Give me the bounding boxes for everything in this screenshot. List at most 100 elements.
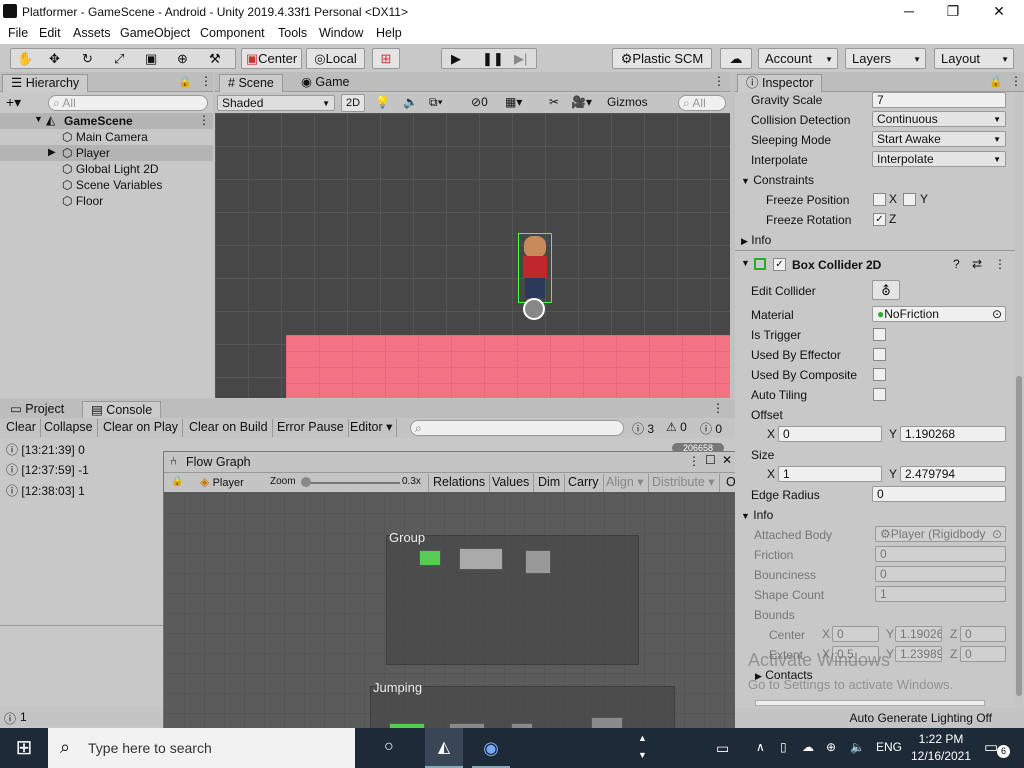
collider-info-foldout[interactable]: ▼ Info <box>741 507 773 523</box>
tools-icon[interactable]: ✂ <box>549 95 559 109</box>
clock-date[interactable]: 12/16/2021 <box>908 749 974 763</box>
cortana-icon[interactable]: ○ <box>384 738 394 756</box>
freeze-pos-y-checkbox[interactable] <box>903 193 916 206</box>
maximize-button[interactable]: ❐ <box>930 0 976 24</box>
volume-icon[interactable]: 🔈 <box>850 740 865 754</box>
play-icon[interactable]: ▶ <box>451 49 461 68</box>
windows-start-icon[interactable]: ⊞ <box>0 728 48 768</box>
snap-icon[interactable]: ⊞ <box>372 48 400 69</box>
lock-icon[interactable]: 🔒 <box>178 75 192 88</box>
tray-app-icon[interactable]: ▯ <box>780 740 787 754</box>
hierarchy-item-floor[interactable]: ⬡ Floor <box>62 193 103 209</box>
error-pause-button[interactable]: Error Pause <box>273 419 349 437</box>
player-sprite[interactable] <box>518 233 552 303</box>
kebab-icon[interactable]: ⋮ <box>200 74 212 88</box>
freeze-pos-x-checkbox[interactable] <box>873 193 886 206</box>
unity-taskbar-icon[interactable]: ◭ <box>425 728 463 768</box>
close-icon[interactable]: ✕ <box>722 453 732 467</box>
graph-canvas[interactable]: Group Jumping <box>164 493 737 728</box>
rb-info-foldout[interactable]: ▶ Info <box>741 232 771 248</box>
gravity-field[interactable]: 7 <box>872 92 1006 108</box>
step-icon[interactable]: ▶| <box>514 49 527 68</box>
mode-2d-button[interactable]: 2D <box>341 94 365 112</box>
sleeping-dropdown[interactable]: Start Awake <box>872 131 1006 147</box>
scale-tool-icon[interactable]: ⤢ <box>114 49 124 68</box>
notification-icon[interactable]: ▭ <box>984 738 998 756</box>
graph-group-jumping[interactable]: Jumping <box>370 680 675 728</box>
menu-gameobject[interactable]: GameObject <box>120 26 190 40</box>
freeze-rot-z-checkbox[interactable]: ✓ <box>873 213 886 226</box>
kebab-icon[interactable]: ⋮ <box>712 401 724 415</box>
composite-checkbox[interactable] <box>873 368 886 381</box>
hierarchy-item-player[interactable]: ▶ ⬡ Player <box>0 145 213 161</box>
menu-window[interactable]: Window <box>319 26 363 40</box>
tiling-checkbox[interactable] <box>873 388 886 401</box>
error-count[interactable]: ⓘ 0 <box>700 420 722 437</box>
interp-dropdown[interactable]: Interpolate <box>872 151 1006 167</box>
scene-search-input[interactable]: ⌕ All <box>678 95 726 111</box>
lighting-icon[interactable]: 💡 <box>375 95 390 109</box>
rect-tool-icon[interactable]: ▣ <box>145 49 157 68</box>
editor-dropdown[interactable]: Editor ▾ <box>346 419 398 437</box>
trigger-checkbox[interactable] <box>873 328 886 341</box>
taskbar-search-input[interactable]: ⌕ Type here to search <box>48 728 355 768</box>
dim-button[interactable]: Dim <box>534 474 566 492</box>
effects-icon[interactable]: ⧉▾ <box>429 95 443 110</box>
graph-node-start[interactable] <box>419 550 441 566</box>
relations-button[interactable]: Relations <box>428 474 491 492</box>
tab-scene[interactable]: # Scene <box>219 74 283 92</box>
shading-dropdown[interactable]: Shaded <box>217 95 335 111</box>
tab-hierarchy[interactable]: ☰ Hierarchy <box>2 74 89 92</box>
edit-collider-icon[interactable]: ⛢ <box>872 280 900 300</box>
tray-chevron-icon[interactable]: ∧ <box>756 740 765 754</box>
zoom-slider-knob[interactable] <box>301 477 311 487</box>
close-button[interactable]: ✕ <box>976 0 1022 24</box>
graph-target[interactable]: ◈ Player <box>200 475 244 489</box>
info-count[interactable]: ⓘ 3 <box>632 420 654 437</box>
collision-dropdown[interactable]: Continuous <box>872 111 1006 127</box>
tab-project[interactable]: ▭ Project <box>2 401 72 419</box>
onedrive-icon[interactable]: ☁ <box>802 740 814 754</box>
cloud-icon[interactable]: ☁ <box>720 48 752 69</box>
graph-node[interactable] <box>591 717 623 728</box>
tab-inspector[interactable]: ⓘ Inspector <box>737 74 823 92</box>
hierarchy-search-input[interactable]: ⌕ All <box>48 95 208 111</box>
menu-component[interactable]: Component <box>200 26 265 40</box>
clear-button[interactable]: Clear <box>2 419 41 437</box>
graph-node-action[interactable] <box>459 548 503 570</box>
menu-assets[interactable]: Assets <box>73 26 111 40</box>
language-indicator[interactable]: ENG <box>876 740 902 754</box>
log-entry[interactable]: ⓘ [13:21:39] 0 <box>6 442 85 458</box>
hand-tool-icon[interactable]: ✋ <box>17 49 33 68</box>
layers-dropdown[interactable]: Layers <box>845 48 926 69</box>
box-collider-enabled-checkbox[interactable]: ✓ <box>773 258 786 271</box>
hierarchy-item-main-camera[interactable]: ⬡ Main Camera <box>62 129 148 145</box>
layout-dropdown[interactable]: Layout <box>934 48 1014 69</box>
steam-taskbar-icon[interactable]: ◉ <box>472 728 510 768</box>
add-component-button[interactable] <box>755 700 985 706</box>
collapse-button[interactable]: Collapse <box>40 419 98 437</box>
values-button[interactable]: Values <box>488 474 535 492</box>
preset-icon[interactable]: ⇄ <box>972 257 982 271</box>
move-tool-icon[interactable]: ✥ <box>49 49 60 68</box>
effector-checkbox[interactable] <box>873 348 886 361</box>
distribute-dropdown[interactable]: Distribute ▾ <box>648 474 720 492</box>
hierarchy-item-global-light[interactable]: ⬡ Global Light 2D <box>62 161 159 177</box>
log-entry[interactable]: ⓘ [12:37:59] -1 <box>6 462 89 478</box>
maximize-icon[interactable]: ☐ <box>705 453 716 467</box>
zoom-slider[interactable] <box>302 482 400 484</box>
constraints-foldout[interactable]: ▼ Constraints <box>741 172 814 188</box>
kebab-icon[interactable]: ⋮ <box>994 257 1006 271</box>
menu-help[interactable]: Help <box>376 26 402 40</box>
transform-tool-icon[interactable]: ⊕ <box>177 49 188 68</box>
scene-row[interactable]: ▼ ◭ GameScene ⋮ <box>0 113 213 129</box>
clear-on-build-button[interactable]: Clear on Build <box>185 419 273 437</box>
globe-gizmo-icon[interactable] <box>523 298 545 320</box>
grid-snap-icon[interactable]: ▦▾ <box>505 95 522 109</box>
inspector-scroll-thumb[interactable] <box>1016 376 1022 696</box>
kebab-icon[interactable]: ⋮ <box>713 74 725 88</box>
inspector-scrollbar[interactable] <box>1015 92 1023 706</box>
rotate-tool-icon[interactable]: ↻ <box>82 49 93 68</box>
console-search-input[interactable]: ⌕ <box>410 420 624 436</box>
minimize-button[interactable]: ─ <box>886 0 932 24</box>
